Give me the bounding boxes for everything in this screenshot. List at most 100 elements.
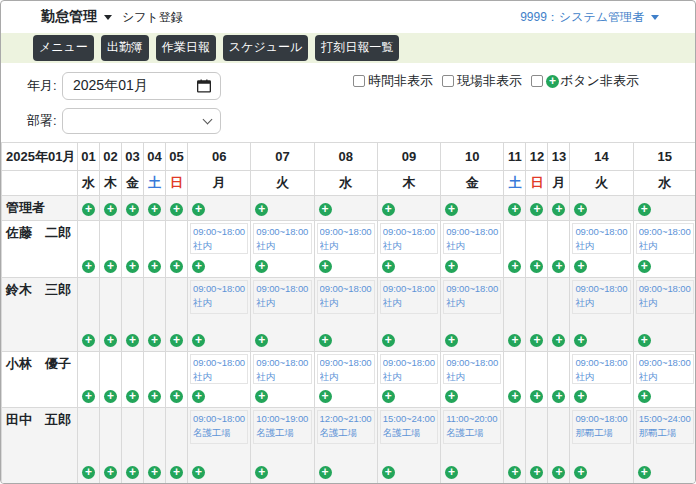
add-shift-button[interactable]: + (638, 260, 651, 273)
add-shift-button[interactable]: + (126, 466, 139, 479)
add-shift-button[interactable]: + (638, 203, 651, 216)
add-shift-button[interactable]: + (319, 260, 332, 273)
shift-entry[interactable]: 09:00~18:00社内 (636, 354, 694, 384)
shift-entry[interactable]: 09:00~18:00名護工場 (190, 410, 248, 444)
add-shift-button[interactable]: + (445, 260, 458, 273)
shift-entry[interactable]: 15:00~24:00那覇工場 (636, 410, 694, 444)
add-shift-button[interactable]: + (148, 203, 161, 216)
add-shift-button[interactable]: + (82, 334, 95, 347)
checkbox[interactable] (353, 75, 365, 87)
add-shift-button[interactable]: + (319, 390, 332, 403)
add-shift-button[interactable]: + (530, 203, 543, 216)
checkbox-option[interactable]: +ボタン非表示 (531, 72, 639, 90)
shift-entry[interactable]: 09:00~18:00社内 (317, 354, 375, 384)
add-shift-button[interactable]: + (574, 466, 587, 479)
shift-entry[interactable]: 09:00~18:00社内 (636, 280, 694, 314)
shift-entry[interactable]: 09:00~18:00社内 (317, 280, 375, 314)
add-shift-button[interactable]: + (552, 334, 565, 347)
add-shift-button[interactable]: + (192, 203, 205, 216)
add-shift-button[interactable]: + (319, 203, 332, 216)
add-shift-button[interactable]: + (192, 466, 205, 479)
checkbox[interactable] (531, 75, 543, 87)
shift-entry[interactable]: 09:00~18:00社内 (253, 354, 311, 384)
add-shift-button[interactable]: + (104, 466, 117, 479)
add-shift-button[interactable]: + (530, 466, 543, 479)
add-shift-button[interactable]: + (319, 334, 332, 347)
shift-entry[interactable]: 09:00~18:00社内 (443, 280, 501, 314)
add-shift-button[interactable]: + (574, 260, 587, 273)
shift-entry[interactable]: 09:00~18:00社内 (317, 223, 375, 254)
add-shift-button[interactable]: + (508, 334, 521, 347)
shift-entry[interactable]: 10:00~19:00名護工場 (253, 410, 311, 444)
checkbox-option[interactable]: 時間非表示 (353, 72, 433, 90)
add-shift-button[interactable]: + (255, 334, 268, 347)
nav-button-2[interactable]: 出勤簿 (101, 35, 149, 61)
add-shift-button[interactable]: + (148, 466, 161, 479)
add-shift-button[interactable]: + (192, 390, 205, 403)
add-shift-button[interactable]: + (148, 334, 161, 347)
add-shift-button[interactable]: + (530, 260, 543, 273)
add-shift-button[interactable]: + (445, 203, 458, 216)
add-shift-button[interactable]: + (255, 466, 268, 479)
app-title-menu[interactable]: 勤怠管理 (41, 8, 112, 26)
add-shift-button[interactable]: + (382, 334, 395, 347)
nav-button-5[interactable]: 打刻日報一覧 (315, 35, 399, 61)
nav-button-1[interactable]: メニュー (33, 35, 94, 61)
nav-button-4[interactable]: スケジュール (223, 35, 308, 61)
add-shift-button[interactable]: + (126, 390, 139, 403)
shift-entry[interactable]: 09:00~18:00社内 (253, 223, 311, 254)
shift-entry[interactable]: 09:00~18:00社内 (443, 223, 501, 254)
add-shift-button[interactable]: + (382, 260, 395, 273)
add-shift-button[interactable]: + (445, 466, 458, 479)
shift-entry[interactable]: 09:00~18:00社内 (572, 223, 630, 254)
add-shift-button[interactable]: + (104, 260, 117, 273)
add-shift-button[interactable]: + (638, 390, 651, 403)
shift-entry[interactable]: 09:00~18:00社内 (380, 223, 438, 254)
add-shift-button[interactable]: + (255, 203, 268, 216)
add-shift-button[interactable]: + (170, 334, 183, 347)
add-shift-button[interactable]: + (552, 390, 565, 403)
shift-entry[interactable]: 09:00~18:00社内 (572, 280, 630, 314)
month-input[interactable]: 2025年01月 (62, 72, 221, 100)
shift-entry[interactable]: 12:00~21:00名護工場 (317, 410, 375, 444)
add-shift-button[interactable]: + (255, 390, 268, 403)
checkbox-option[interactable]: 現場非表示 (442, 72, 522, 90)
add-shift-button[interactable]: + (192, 334, 205, 347)
shift-entry[interactable]: 09:00~18:00那覇工場 (572, 410, 630, 444)
add-shift-button[interactable]: + (148, 260, 161, 273)
add-shift-button[interactable]: + (508, 260, 521, 273)
add-shift-button[interactable]: + (508, 390, 521, 403)
add-shift-button[interactable]: + (82, 260, 95, 273)
shift-entry[interactable]: 09:00~18:00社内 (380, 280, 438, 314)
add-shift-button[interactable]: + (126, 260, 139, 273)
checkbox[interactable] (442, 75, 454, 87)
user-menu[interactable]: 9999：システム管理者 (520, 9, 659, 26)
shift-entry[interactable]: 11:00~20:00名護工場 (443, 410, 501, 444)
add-shift-button[interactable]: + (170, 203, 183, 216)
add-shift-button[interactable]: + (126, 334, 139, 347)
add-shift-button[interactable]: + (382, 466, 395, 479)
add-shift-button[interactable]: + (148, 390, 161, 403)
shift-entry[interactable]: 09:00~18:00社内 (636, 223, 694, 254)
shift-entry[interactable]: 09:00~18:00社内 (572, 354, 630, 384)
add-shift-button[interactable]: + (170, 466, 183, 479)
shift-entry[interactable]: 09:00~18:00社内 (380, 354, 438, 384)
shift-entry[interactable]: 09:00~18:00社内 (190, 223, 248, 254)
add-shift-button[interactable]: + (255, 260, 268, 273)
shift-entry[interactable]: 09:00~18:00社内 (443, 354, 501, 384)
add-shift-button[interactable]: + (170, 390, 183, 403)
shift-entry[interactable]: 09:00~18:00社内 (190, 354, 248, 384)
add-shift-button[interactable]: + (382, 390, 395, 403)
add-shift-button[interactable]: + (126, 203, 139, 216)
add-shift-button[interactable]: + (104, 203, 117, 216)
add-shift-button[interactable]: + (530, 334, 543, 347)
add-shift-button[interactable]: + (552, 466, 565, 479)
add-shift-button[interactable]: + (508, 466, 521, 479)
calendar-icon[interactable] (197, 79, 211, 93)
add-shift-button[interactable]: + (382, 203, 395, 216)
add-shift-button[interactable]: + (638, 466, 651, 479)
nav-button-3[interactable]: 作業日報 (156, 35, 216, 61)
add-shift-button[interactable]: + (552, 260, 565, 273)
add-shift-button[interactable]: + (445, 334, 458, 347)
add-shift-button[interactable]: + (638, 334, 651, 347)
